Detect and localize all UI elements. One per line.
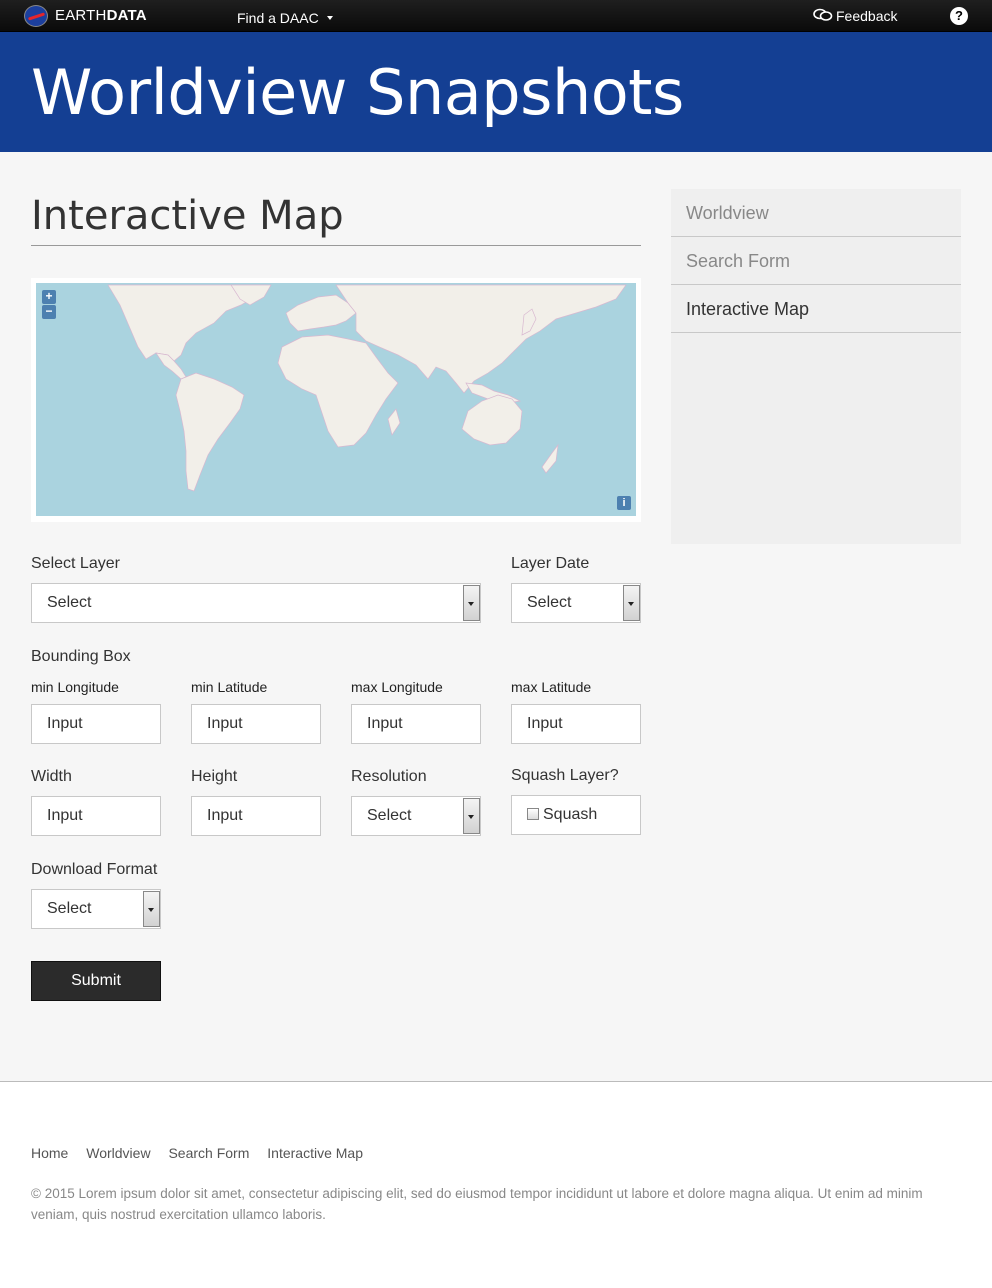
footer-link-interactive-map[interactable]: Interactive Map [267, 1145, 363, 1161]
sidebar-item-interactive-map[interactable]: Interactive Map [671, 285, 961, 333]
layer-date-label: Layer Date [511, 555, 590, 572]
min-longitude-label: min Longitude [31, 679, 119, 695]
submit-button[interactable]: Submit [31, 961, 161, 1001]
main-content: Interactive Map + − i Select Layer Selec… [0, 152, 992, 1081]
download-format-dropdown[interactable]: Select [31, 889, 161, 929]
height-input[interactable]: Input [191, 796, 321, 836]
max-longitude-label: max Longitude [351, 679, 443, 695]
interactive-map[interactable]: + − i [31, 278, 641, 522]
max-latitude-input[interactable]: Input [511, 704, 641, 744]
dropdown-arrow-icon[interactable] [463, 798, 480, 834]
resolution-value: Select [367, 807, 412, 824]
top-bar: EARTHDATA Find a DAAC Feedback ? [0, 0, 992, 32]
squash-checkbox[interactable] [527, 808, 539, 820]
sidebar-nav: Worldview Search Form Interactive Map [671, 189, 961, 544]
zoom-in-button[interactable]: + [42, 290, 56, 304]
footer-link-search-form[interactable]: Search Form [168, 1145, 249, 1161]
feedback-link[interactable]: Feedback [836, 8, 897, 24]
layer-date-value: Select [527, 594, 572, 611]
sidebar-item-worldview[interactable]: Worldview [671, 189, 961, 237]
min-latitude-input[interactable]: Input [191, 704, 321, 744]
squash-layer-label: Squash Layer? [511, 767, 619, 784]
site-title: Worldview Snapshots [31, 56, 684, 129]
min-longitude-input[interactable]: Input [31, 704, 161, 744]
brand-bold-text: DATA [106, 7, 147, 24]
footer-link-worldview[interactable]: Worldview [86, 1145, 150, 1161]
map-canvas[interactable]: + − i [36, 283, 636, 516]
select-layer-value: Select [47, 594, 92, 611]
select-layer-dropdown[interactable]: Select [31, 583, 481, 623]
width-label: Width [31, 768, 72, 785]
help-icon[interactable]: ? [950, 7, 968, 25]
chevron-down-icon[interactable] [327, 16, 333, 20]
squash-checkbox-label[interactable]: Squash [543, 806, 597, 823]
max-longitude-input[interactable]: Input [351, 704, 481, 744]
dropdown-arrow-icon[interactable] [463, 585, 480, 621]
page-banner: Worldview Snapshots [0, 32, 992, 152]
dropdown-arrow-icon[interactable] [143, 891, 160, 927]
nasa-logo-icon[interactable] [24, 5, 48, 27]
resolution-dropdown[interactable]: Select [351, 796, 481, 836]
find-daac-menu[interactable]: Find a DAAC [237, 10, 319, 26]
copyright-text: © 2015 Lorem ipsum dolor sit amet, conse… [31, 1186, 923, 1222]
sidebar-item-search-form[interactable]: Search Form [671, 237, 961, 285]
earthdata-brand[interactable]: EARTHDATA [55, 7, 147, 24]
squash-field: Squash [511, 795, 641, 835]
height-label: Height [191, 768, 238, 785]
bounding-box-label: Bounding Box [31, 648, 131, 665]
zoom-out-button[interactable]: − [42, 305, 56, 319]
world-map-graphic [107, 284, 627, 492]
layer-date-dropdown[interactable]: Select [511, 583, 641, 623]
max-latitude-label: max Latitude [511, 679, 592, 695]
dropdown-arrow-icon[interactable] [623, 585, 640, 621]
page-footer: Home Worldview Search Form Interactive M… [0, 1081, 992, 1288]
brand-light-text: EARTH [55, 7, 107, 24]
download-format-label: Download Format [31, 861, 158, 878]
select-layer-label: Select Layer [31, 555, 120, 572]
footer-link-home[interactable]: Home [31, 1145, 68, 1161]
feedback-icon[interactable] [813, 8, 833, 22]
min-latitude-label: min Latitude [191, 679, 268, 695]
page-title: Interactive Map [31, 193, 344, 239]
width-input[interactable]: Input [31, 796, 161, 836]
title-divider [31, 245, 641, 246]
map-info-button[interactable]: i [617, 496, 631, 510]
footer-nav: Home Worldview Search Form Interactive M… [31, 1145, 377, 1161]
download-format-value: Select [47, 900, 92, 917]
resolution-label: Resolution [351, 768, 427, 785]
